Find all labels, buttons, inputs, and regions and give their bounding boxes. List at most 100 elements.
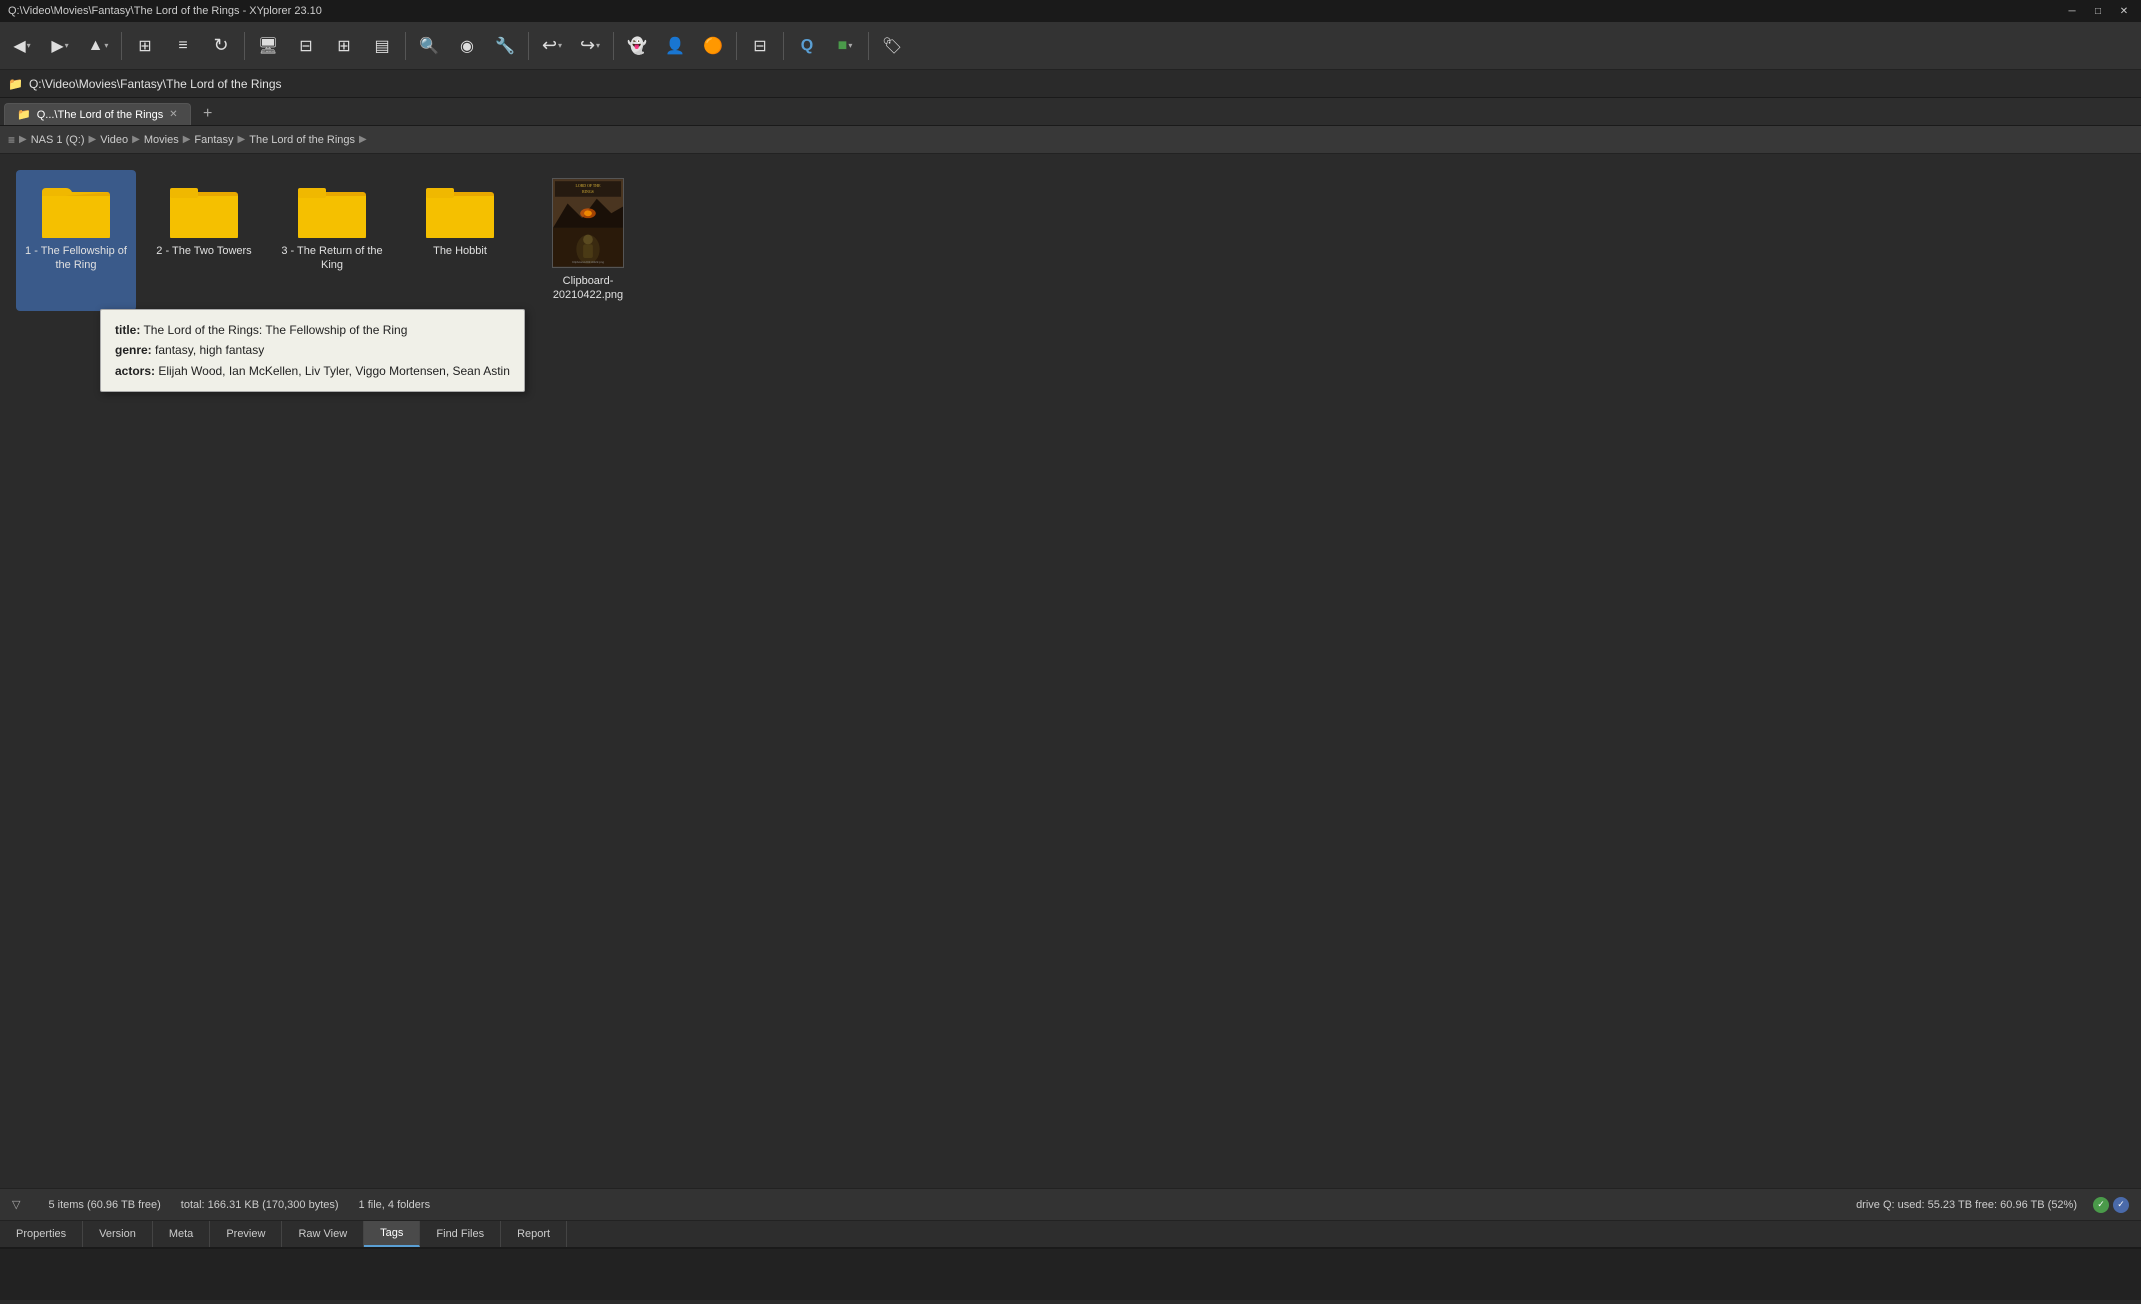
undo-arrow-icon: ▾ <box>558 41 562 50</box>
grid-icon: ⊞ <box>337 36 350 56</box>
tools-icon: 🔧 <box>495 36 515 56</box>
tag-icon: 🏷 <box>882 36 902 56</box>
check-green-icon: ✓ <box>2093 1197 2109 1213</box>
file-item-returnking[interactable]: 3 - The Return of the King <box>272 170 392 311</box>
toolbar: ◀ ▾ ▶ ▾ ▲ ▾ ⊞ ≡ ↻ 🖥 ⊟ ⊞ ▤ 🔍 ◉ 🔧 ↩ ▾ <box>0 22 2141 70</box>
breadcrumb-item-video[interactable]: Video <box>100 134 128 146</box>
tooltip-popup: title: The Lord of the Rings: The Fellow… <box>100 309 525 392</box>
btab-tags[interactable]: Tags <box>364 1221 420 1247</box>
bc-arrow-4: ▶ <box>238 134 246 145</box>
check-blue-icon: ✓ <box>2113 1197 2129 1213</box>
q-button[interactable]: Q <box>789 28 825 64</box>
btab-preview-label: Preview <box>226 1228 265 1240</box>
hamburger-button[interactable]: ≡ <box>165 28 201 64</box>
catalog-button[interactable]: ◉ <box>449 28 485 64</box>
breadcrumb-item-fantasy[interactable]: Fantasy <box>194 134 233 146</box>
status-file-info: 1 file, 4 folders <box>359 1199 431 1211</box>
breadcrumb-item-nas[interactable]: NAS 1 (Q:) <box>31 134 85 146</box>
file-item-twotowers[interactable]: 2 - The Two Towers <box>144 170 264 311</box>
btab-version[interactable]: Version <box>83 1221 153 1247</box>
btab-preview[interactable]: Preview <box>210 1221 282 1247</box>
btab-meta-label: Meta <box>169 1228 193 1240</box>
bc-arrow-1: ▶ <box>89 134 97 145</box>
view-toggle-button[interactable]: ⊞ <box>127 28 163 64</box>
bottom-tabs: Properties Version Meta Preview Raw View… <box>0 1220 2141 1248</box>
close-button[interactable]: ✕ <box>2115 4 2133 18</box>
btab-properties-label: Properties <box>16 1228 66 1240</box>
search-button[interactable]: 🔍 <box>411 28 447 64</box>
redo-button[interactable]: ↪ ▾ <box>572 28 608 64</box>
folder-icon-fellowship <box>40 178 112 238</box>
toolbar-separator-7 <box>783 32 784 60</box>
pane-button[interactable]: ⊟ <box>288 28 324 64</box>
file-item-clipboard[interactable]: LORD OF THE RINGS Clipboard-20210422.png… <box>528 170 648 311</box>
green-icon: ■ <box>838 37 848 55</box>
address-bar: 📁 Q:\Video\Movies\Fantasy\The Lord of th… <box>0 70 2141 98</box>
forward-icon: ▶ <box>51 36 63 56</box>
q-icon: Q <box>801 37 813 55</box>
back-icon: ◀ <box>13 36 25 56</box>
tab-main[interactable]: 📁 Q...\The Lord of the Rings ✕ <box>4 103 191 125</box>
drive-icon: 🖥 <box>258 36 278 56</box>
status-right: drive Q: used: 55.23 TB free: 60.96 TB (… <box>1856 1197 2129 1213</box>
ghost-button[interactable]: 👻 <box>619 28 655 64</box>
minimize-button[interactable]: ─ <box>2063 4 2081 18</box>
svg-text:RINGS: RINGS <box>582 190 594 194</box>
breadcrumb-item-movies[interactable]: Movies <box>144 134 179 146</box>
tab-add-button[interactable]: + <box>197 103 219 125</box>
refresh-button[interactable]: ↻ <box>203 28 239 64</box>
btab-meta[interactable]: Meta <box>153 1221 210 1247</box>
folder-small-icon: 📁 <box>8 77 23 91</box>
tab-close-button[interactable]: ✕ <box>169 109 177 120</box>
panel-button[interactable]: ▤ <box>364 28 400 64</box>
forward-button[interactable]: ▶ ▾ <box>42 28 78 64</box>
tag-button[interactable]: 🏷 <box>874 28 910 64</box>
green-button[interactable]: ■ ▾ <box>827 28 863 64</box>
btab-properties[interactable]: Properties <box>0 1221 83 1247</box>
circle-icon: 🟠 <box>703 36 723 56</box>
drive-button[interactable]: 🖥 <box>250 28 286 64</box>
redo-icon: ↪ <box>580 35 595 56</box>
btab-findfiles[interactable]: Find Files <box>420 1221 501 1247</box>
file-item-hobbit[interactable]: The Hobbit <box>400 170 520 311</box>
undo-button[interactable]: ↩ ▾ <box>534 28 570 64</box>
status-drive-info: drive Q: used: 55.23 TB free: 60.96 TB (… <box>1856 1199 2077 1211</box>
dual-pane-button[interactable]: ⊟ <box>742 28 778 64</box>
circle-button[interactable]: 🟠 <box>695 28 731 64</box>
maximize-button[interactable]: □ <box>2089 4 2107 18</box>
tooltip-genre-line: genre: fantasy, high fantasy <box>115 340 510 360</box>
breadcrumb-item-lotr[interactable]: The Lord of the Rings <box>249 134 355 146</box>
breadcrumb-menu-icon[interactable]: ≡ <box>8 133 15 147</box>
up-button[interactable]: ▲ ▾ <box>80 28 116 64</box>
up-arrow-icon: ▾ <box>104 41 108 50</box>
breadcrumb: ≡ ▶ NAS 1 (Q:) ▶ Video ▶ Movies ▶ Fantas… <box>0 126 2141 154</box>
back-button[interactable]: ◀ ▾ <box>4 28 40 64</box>
bc-arrow-3: ▶ <box>183 134 191 145</box>
file-item-fellowship[interactable]: 1 - The Fellowship of the Ring <box>16 170 136 311</box>
tools-button[interactable]: 🔧 <box>487 28 523 64</box>
btab-rawview-label: Raw View <box>298 1228 347 1240</box>
bc-arrow-5: ▶ <box>359 134 367 145</box>
bc-arrow-0: ▶ <box>19 134 27 145</box>
file-label-twotowers: 2 - The Two Towers <box>156 244 251 258</box>
bc-arrow-2: ▶ <box>132 134 140 145</box>
user-button[interactable]: 👤 <box>657 28 693 64</box>
tab-folder-icon: 📁 <box>17 108 31 121</box>
address-path[interactable]: Q:\Video\Movies\Fantasy\The Lord of the … <box>29 77 282 91</box>
breadcrumb-lotr-label: The Lord of the Rings <box>249 134 355 146</box>
panel-icon: ▤ <box>374 36 389 56</box>
back-arrow-icon: ▾ <box>27 41 31 50</box>
toolbar-separator-2 <box>244 32 245 60</box>
breadcrumb-video-label: Video <box>100 134 128 146</box>
btab-report[interactable]: Report <box>501 1221 567 1247</box>
toolbar-separator-8 <box>868 32 869 60</box>
catalog-icon: ◉ <box>460 36 474 56</box>
grid-button[interactable]: ⊞ <box>326 28 362 64</box>
btab-rawview[interactable]: Raw View <box>282 1221 364 1247</box>
breadcrumb-movies-label: Movies <box>144 134 179 146</box>
btab-tags-label: Tags <box>380 1227 403 1239</box>
user-icon: 👤 <box>665 36 685 56</box>
window-title: Q:\Video\Movies\Fantasy\The Lord of the … <box>8 5 2063 17</box>
refresh-icon: ↻ <box>213 35 228 56</box>
ghost-icon: 👻 <box>627 36 647 56</box>
